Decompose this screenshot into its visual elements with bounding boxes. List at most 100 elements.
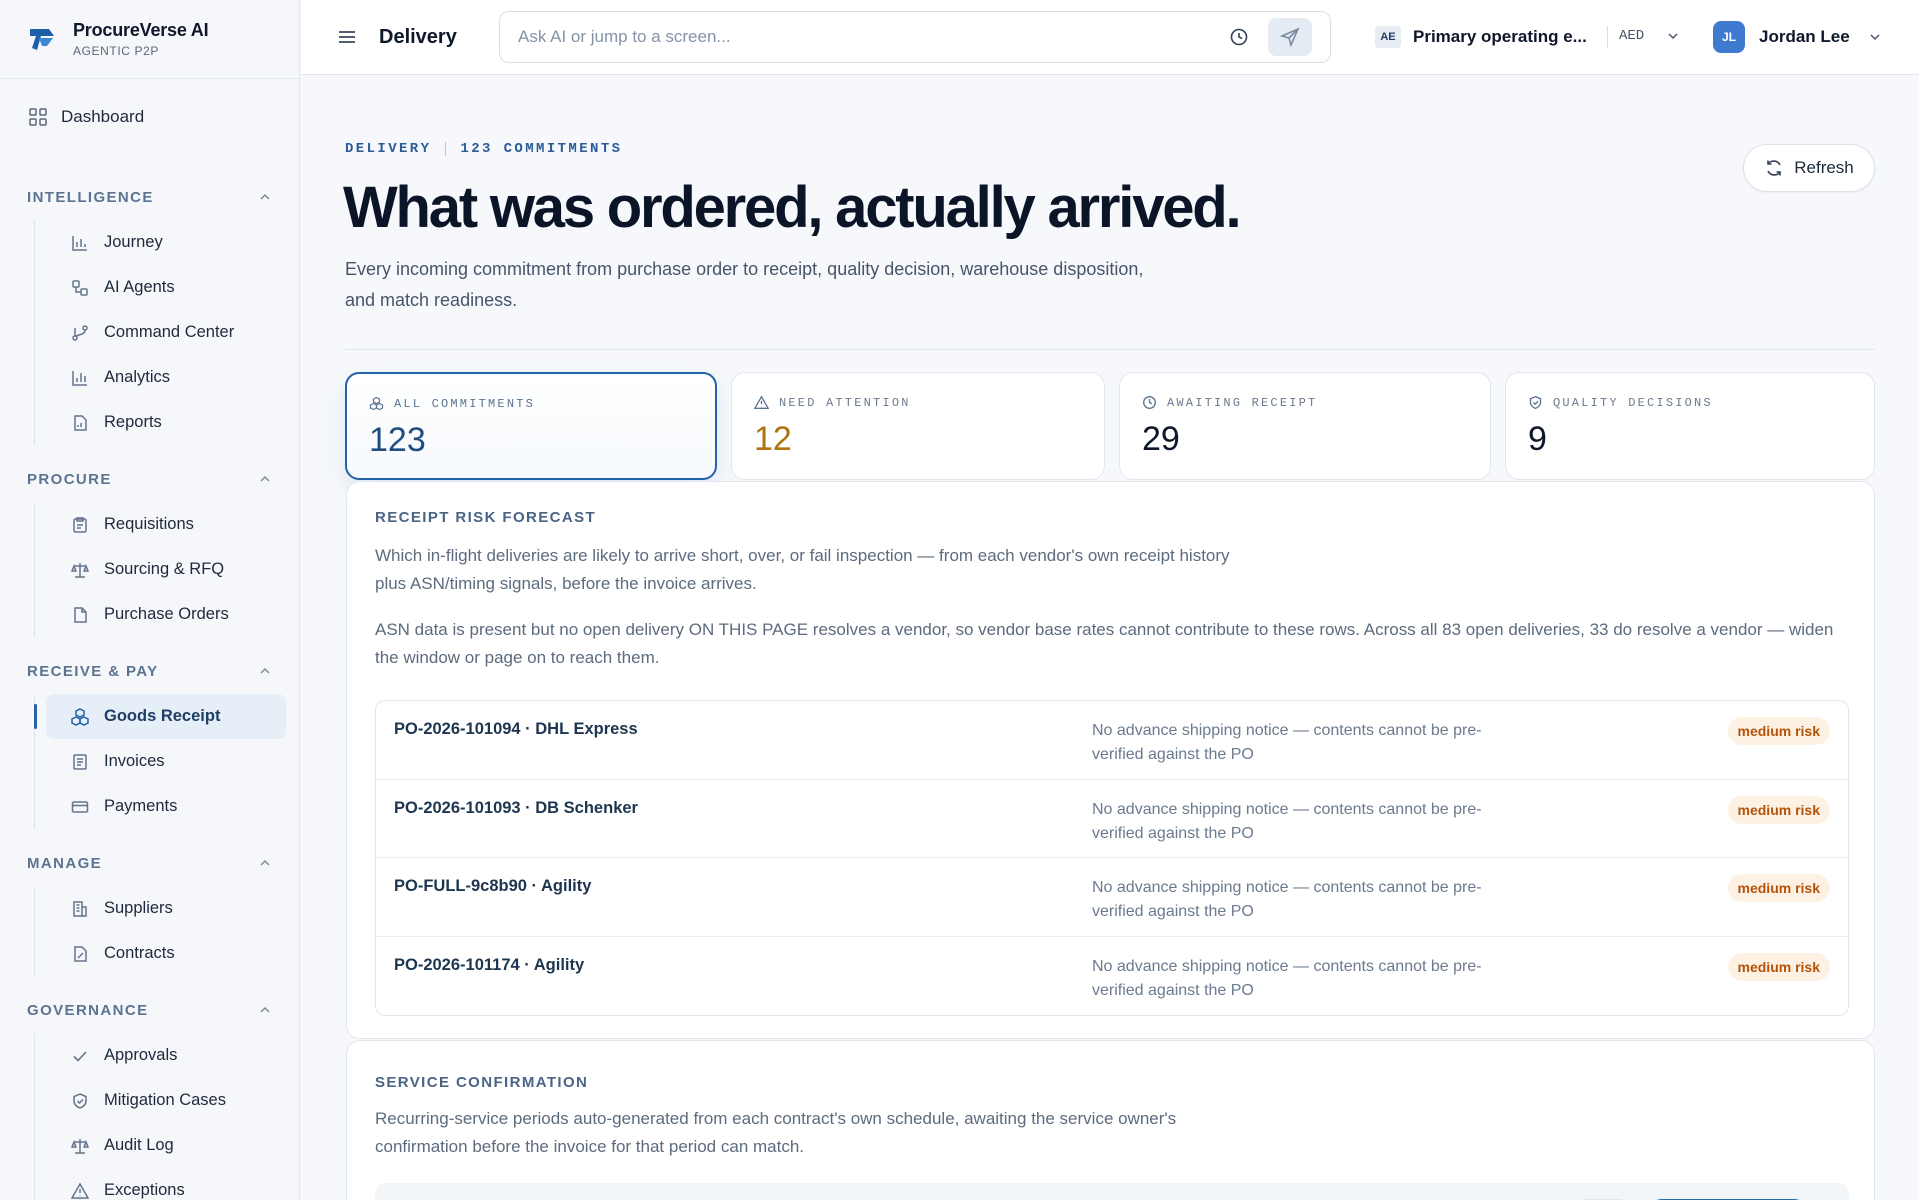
list-item[interactable] <box>375 1183 1849 1200</box>
currency-label: AED <box>1619 28 1645 44</box>
chevron-up-icon <box>260 667 270 674</box>
eyebrow-divider <box>445 142 447 156</box>
stat-label: AWAITING RECEIPT <box>1142 395 1490 410</box>
section-header[interactable]: GOVERNANCE <box>0 995 299 1025</box>
file-icon <box>70 605 90 625</box>
receipt-risk-forecast-panel: RECEIPT RISK FORECAST Which in-flight de… <box>346 481 1875 1039</box>
file-chart-icon <box>70 413 90 433</box>
sidebar-item-label: Payments <box>104 797 178 815</box>
list-item[interactable]: PO-2026-101093 · DB Schenker No advance … <box>376 780 1848 858</box>
search-input[interactable] <box>518 27 1208 47</box>
po-reference: PO-FULL-9c8b90 · Agility <box>394 877 592 895</box>
nav-section-manage: MANAGE Suppliers Contracts <box>0 848 299 976</box>
sidebar-item-analytics[interactable]: Analytics <box>46 355 286 400</box>
stat-card-need-attention[interactable]: NEED ATTENTION 12 <box>731 372 1105 480</box>
sidebar: ProcureVerse AI AGENTIC P2P Dashboard IN… <box>0 0 300 1200</box>
credit-card-icon <box>70 797 90 817</box>
risk-reason: No advance shipping notice — contents ca… <box>1092 957 1482 999</box>
sidebar-item-approvals[interactable]: Approvals <box>46 1033 286 1078</box>
stat-card-quality-decisions[interactable]: QUALITY DECISIONS 9 <box>1505 372 1875 480</box>
chevron-up-icon <box>260 193 270 200</box>
currency-selector[interactable]: AED <box>1619 28 1680 44</box>
divider <box>1607 26 1608 48</box>
section-header[interactable]: RECEIVE & PAY <box>0 656 299 686</box>
chevron-down-icon <box>1870 34 1880 41</box>
sidebar-item-ai-agents[interactable]: AI Agents <box>46 265 286 310</box>
sidebar-item-invoices[interactable]: Invoices <box>46 739 286 784</box>
stat-value: 29 <box>1142 420 1180 458</box>
stat-label: NEED ATTENTION <box>754 395 1104 410</box>
list-item[interactable]: PO-FULL-9c8b90 · Agility No advance ship… <box>376 858 1848 937</box>
sidebar-item-journey[interactable]: Journey <box>46 220 286 265</box>
boxes-icon <box>369 396 384 411</box>
history-icon[interactable] <box>1228 26 1250 48</box>
chevron-up-icon <box>260 1006 270 1013</box>
panel-description: Recurring-service periods auto-generated… <box>375 1109 1177 1156</box>
hamburger-menu-icon[interactable] <box>336 26 358 48</box>
sidebar-item-dashboard[interactable]: Dashboard <box>27 96 144 138</box>
brand[interactable]: ProcureVerse AI AGENTIC P2P <box>0 0 299 79</box>
sidebar-item-label: Sourcing & RFQ <box>104 560 225 578</box>
stat-card-all-commitments[interactable]: ALL COMMITMENTS 123 <box>345 372 717 480</box>
sidebar-item-label: Goods Receipt <box>104 707 221 725</box>
sidebar-item-command-center[interactable]: Command Center <box>46 310 286 355</box>
sidebar-item-label: Invoices <box>104 752 165 770</box>
entity-selector[interactable]: Primary operating e... <box>1413 27 1587 47</box>
sidebar-item-exceptions[interactable]: Exceptions <box>46 1168 286 1200</box>
panel-title: SERVICE CONFIRMATION <box>375 1074 589 1091</box>
section-title: PROCURE <box>27 470 112 488</box>
status-badge: medium risk <box>1727 952 1830 981</box>
stat-card-awaiting-receipt[interactable]: AWAITING RECEIPT 29 <box>1119 372 1491 480</box>
shield-icon <box>70 1091 90 1111</box>
sidebar-item-audit-log[interactable]: Audit Log <box>46 1123 286 1168</box>
bar-chart-icon <box>70 233 90 253</box>
sidebar-item-payments[interactable]: Payments <box>46 784 286 829</box>
sidebar-item-suppliers[interactable]: Suppliers <box>46 886 286 931</box>
stat-label-text: AWAITING RECEIPT <box>1167 395 1318 410</box>
entity-badge[interactable]: AE <box>1375 26 1401 48</box>
stat-label: QUALITY DECISIONS <box>1528 395 1874 410</box>
chevron-up-icon <box>260 475 270 482</box>
stat-value: 9 <box>1528 420 1547 458</box>
nav-section-governance: GOVERNANCE Approvals Mitigation Cases Au… <box>0 995 299 1200</box>
status-badge: medium risk <box>1727 717 1830 745</box>
status-badge: medium risk <box>1727 874 1830 902</box>
warning-icon <box>754 395 769 409</box>
list-item[interactable]: PO-2026-101094 · DHL Express No advance … <box>376 701 1848 780</box>
sidebar-item-goods-receipt[interactable]: Goods Receipt <box>34 694 286 739</box>
sidebar-item-reports[interactable]: Reports <box>46 400 286 445</box>
section-header[interactable]: INTELLIGENCE <box>0 182 299 212</box>
user-menu[interactable]: Jordan Lee <box>1759 27 1882 47</box>
refresh-button[interactable]: Refresh <box>1743 144 1875 192</box>
nav-section-intelligence: INTELLIGENCE Journey AI Agents Command C… <box>0 182 299 445</box>
section-header[interactable]: MANAGE <box>0 848 299 878</box>
eyebrow-count: 123 COMMITMENTS <box>460 141 623 157</box>
send-button[interactable] <box>1268 18 1312 56</box>
panel-description: Which in-flight deliveries are likely to… <box>375 546 1230 593</box>
sidebar-item-label: Requisitions <box>104 515 194 533</box>
list-item[interactable]: PO-2026-101174 · Agility No advance ship… <box>376 937 1848 1016</box>
search-box[interactable] <box>499 11 1331 63</box>
sidebar-item-requisitions[interactable]: Requisitions <box>46 502 286 547</box>
chevron-up-icon <box>260 859 270 866</box>
sidebar-item-label: AI Agents <box>104 278 175 296</box>
shield-check-icon <box>1529 395 1542 410</box>
sidebar-item-sourcing-rfq[interactable]: Sourcing & RFQ <box>46 547 286 592</box>
sidebar-item-label: Journey <box>104 233 163 251</box>
po-reference: PO-2026-101094 · DHL Express <box>394 720 638 738</box>
building-icon <box>70 899 90 919</box>
stat-value: 12 <box>754 420 792 458</box>
sidebar-item-mitigation-cases[interactable]: Mitigation Cases <box>46 1078 286 1123</box>
procureverse-logo-icon <box>30 29 54 50</box>
sidebar-item-purchase-orders[interactable]: Purchase Orders <box>46 592 286 637</box>
panel-note: ASN data is present but no open delivery… <box>375 620 1834 667</box>
po-reference: PO-2026-101093 · DB Schenker <box>394 798 638 817</box>
refresh-icon <box>1767 160 1782 176</box>
sidebar-item-label: Exceptions <box>104 1181 185 1199</box>
sidebar-item-contracts[interactable]: Contracts <box>46 931 286 976</box>
nav-section-receive-pay: RECEIVE & PAY Goods Receipt Invoices Pay… <box>0 656 299 829</box>
nodes-icon <box>70 278 90 298</box>
stat-label-text: NEED ATTENTION <box>779 395 911 410</box>
avatar[interactable]: JL <box>1713 21 1745 53</box>
section-header[interactable]: PROCURE <box>0 464 299 494</box>
